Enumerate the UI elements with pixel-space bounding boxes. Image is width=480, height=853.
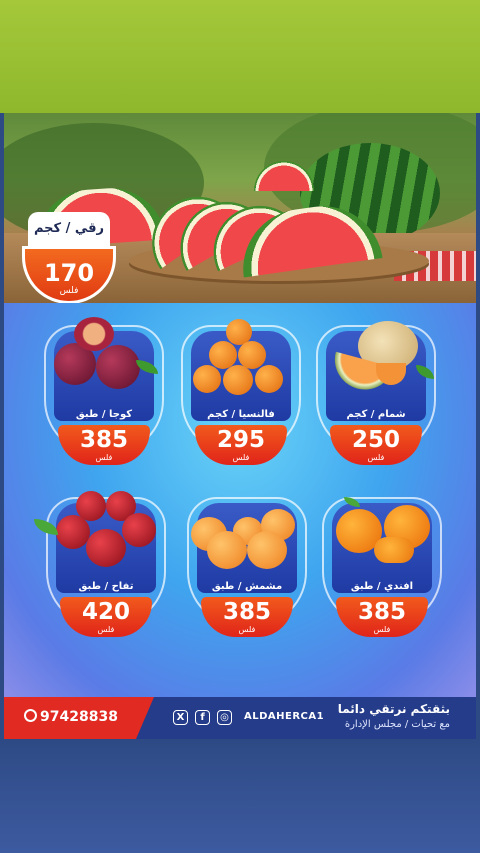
product-currency: فلس — [97, 625, 115, 634]
product-card-plum[interactable]: كوجا / طبق 385 فلس — [44, 317, 164, 465]
product-price: 295 — [216, 427, 265, 453]
product-name: تفاح / طبق — [78, 581, 134, 592]
product-price: 385 — [222, 599, 271, 625]
product-name: مشمش / طبق — [211, 581, 283, 592]
product-currency: فلس — [367, 453, 385, 462]
product-card-mandarin[interactable]: افندي / طبق 385 فلس — [322, 497, 442, 637]
product-currency: فلس — [238, 625, 256, 634]
facebook-icon[interactable]: f — [195, 710, 210, 725]
footer-bar: 97428838 X f ◎ ALDAHERCA1 بثقتكم نرتقي د… — [4, 697, 476, 739]
product-currency: فلس — [373, 625, 391, 634]
watermelon-price-badge: رقي / كجم 170 فلس — [22, 212, 116, 304]
x-icon[interactable]: X — [173, 710, 188, 725]
whatsapp-icon[interactable] — [24, 709, 37, 722]
product-card-orange[interactable]: فالنسيا / كجم 295 فلس — [181, 319, 301, 465]
product-card-cantaloupe[interactable]: شمام / كجم 250 فلس — [316, 321, 436, 465]
product-name: كوجا / طبق — [75, 409, 133, 420]
top-green-band — [0, 0, 480, 113]
product-price: 420 — [81, 599, 130, 625]
product-price: 385 — [357, 599, 406, 625]
watermelon-currency: فلس — [59, 286, 79, 296]
watermelon-label: رقي / كجم — [33, 221, 105, 236]
product-name: شمام / كجم — [346, 409, 406, 420]
product-price: 385 — [79, 427, 128, 453]
instagram-icon[interactable]: ◎ — [217, 710, 232, 725]
social-handle[interactable]: ALDAHERCA1 — [244, 711, 324, 722]
product-card-apple[interactable]: تفاح / طبق 420 فلس — [34, 491, 166, 637]
product-name: افندي / طبق — [350, 581, 414, 592]
slogan: بثقتكم نرتقي دائما — [337, 702, 450, 716]
product-card-apricot[interactable]: مشمش / طبق 385 فلس — [187, 497, 307, 637]
watermelon-price: 170 — [43, 259, 95, 287]
sub-slogan: مع تحيات / مجلس الإدارة — [344, 719, 450, 730]
product-currency: فلس — [232, 453, 250, 462]
product-price: 250 — [351, 427, 400, 453]
product-name: فالنسيا / كجم — [207, 409, 275, 420]
phone-number[interactable]: 97428838 — [40, 709, 118, 725]
product-currency: فلس — [95, 453, 113, 462]
bottom-blue-band — [0, 739, 480, 853]
